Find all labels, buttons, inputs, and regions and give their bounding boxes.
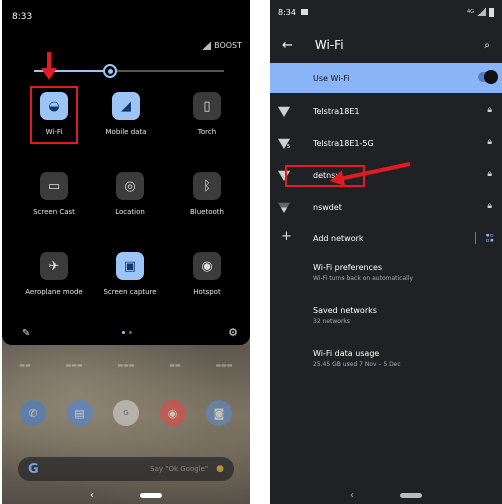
quick-settings-phone: ▬▬ ▬▬▬ ▬▬▬ ▬▬ ▬▬▬ ✆ ▤ G ◉ ◙ G Say "Ok Google… (2, 0, 250, 504)
google-search-bar[interactable]: G Say "Ok Google" ● (18, 457, 234, 481)
add-network-label: Add network (313, 233, 364, 243)
home-pill[interactable] (140, 492, 162, 498)
home-dock: ✆ ▤ G ◉ ◙ (20, 400, 232, 426)
phone-app-icon[interactable]: ✆ (20, 400, 46, 426)
page-dot-active (122, 331, 125, 334)
back-arrow-icon[interactable]: ← (282, 38, 293, 53)
network-row-telstra18e1-5g[interactable]: 5 Telstra18E1-5G 🔒︎ (270, 127, 502, 159)
lock-icon: 🔒︎ (487, 201, 492, 211)
status-time: 8:34 (278, 7, 296, 17)
5g-badge: 5 (287, 144, 291, 150)
bluetooth-icon: ᛒ (193, 172, 221, 200)
search-icon[interactable]: ⌕ (484, 40, 490, 51)
tile-torch[interactable]: ▯ Torch (171, 92, 243, 136)
tile-screen-capture[interactable]: ▣ Screen capture (94, 252, 166, 296)
network-indicator: BOOST (202, 41, 242, 50)
settings-gear-icon[interactable]: ⚙ (228, 326, 238, 339)
navigation-bar: ‹ (270, 486, 502, 504)
gpay-app-icon[interactable]: G (113, 400, 139, 426)
back-chevron-icon[interactable]: ‹ (350, 490, 354, 501)
tile-label: Mobile data (105, 128, 147, 136)
chrome-app-icon[interactable]: ◉ (159, 400, 186, 426)
add-network-row[interactable]: + Add network ▪▫ ▫▪ (270, 223, 502, 253)
wifi-full-icon (278, 106, 290, 117)
mobile-data-icon: ◢ (112, 92, 140, 120)
plus-icon: + (281, 229, 292, 244)
back-chevron-icon[interactable]: ‹ (90, 490, 94, 501)
network-name: Telstra18E1 (313, 106, 360, 116)
lock-icon: 🔒︎ (487, 169, 492, 179)
app-bar: ← Wi-Fi ⌕ (270, 26, 502, 64)
tile-aeroplane-mode[interactable]: ✈ Aeroplane mode (18, 252, 90, 296)
screen-capture-icon: ▣ (116, 252, 144, 280)
torch-icon: ▯ (193, 92, 221, 120)
airplane-icon: ✈ (40, 252, 68, 280)
network-name: Telstra18E1-5G (313, 138, 374, 148)
lock-icon: 🔒︎ (487, 137, 492, 147)
wifi-highlight-box (30, 86, 78, 144)
tile-label: Bluetooth (190, 208, 224, 216)
hotspot-icon: ◉ (193, 252, 221, 280)
brightness-thumb-icon[interactable] (103, 64, 117, 78)
tile-mobile-data[interactable]: ◢ Mobile data (90, 92, 162, 136)
red-down-arrow (41, 52, 57, 80)
wifi-settings-phone: 8:34 4G ← Wi-Fi ⌕ Use Wi-Fi Telstra18E1 … (270, 0, 502, 504)
network-row-telstra18e1[interactable]: Telstra18E1 🔒︎ (270, 95, 502, 127)
location-icon: ◎ (116, 172, 144, 200)
saved-networks-item[interactable]: Saved networks 32 networks (313, 306, 493, 325)
microphone-icon[interactable]: ● (216, 464, 224, 474)
tile-label: Aeroplane mode (25, 288, 83, 296)
network-row-nswdet[interactable]: nswdet 🔒︎ (270, 191, 502, 223)
cast-icon: ▭ (40, 172, 68, 200)
screenshot-root: ▬▬ ▬▬▬ ▬▬▬ ▬▬ ▬▬▬ ✆ ▤ G ◉ ◙ G Say "Ok Google… (0, 0, 502, 504)
pref-title: Wi-Fi data usage (313, 349, 380, 358)
faded-app-labels: ▬▬ ▬▬▬ ▬▬▬ ▬▬ ▬▬▬ (19, 362, 233, 369)
carrier-label: BOOST (214, 41, 242, 50)
tile-location[interactable]: ◎ Location (94, 172, 166, 216)
google-logo-icon: G (28, 461, 39, 477)
wifi-preferences-item[interactable]: Wi-Fi preferences Wi-Fi turns back on au… (313, 263, 493, 282)
tile-label: Hotspot (193, 288, 221, 296)
image-notification-icon (300, 9, 308, 15)
pref-title: Wi-Fi preferences (313, 263, 383, 272)
status-icons: 4G (466, 7, 494, 17)
status-time: 8:33 (12, 12, 33, 22)
battery-icon (489, 7, 494, 17)
page-dot (129, 331, 132, 334)
use-wifi-label: Use Wi-Fi (313, 73, 350, 83)
tile-label: Screen capture (103, 288, 157, 296)
edit-pencil-icon[interactable]: ✎ (22, 328, 30, 339)
tile-label: Location (115, 208, 145, 216)
brightness-slider[interactable] (34, 64, 224, 78)
lte-icon: 4G (466, 9, 474, 15)
signal-icon (202, 41, 212, 50)
page-indicator (122, 331, 132, 334)
use-wifi-row[interactable]: Use Wi-Fi (270, 63, 502, 93)
camera-app-icon[interactable]: ◙ (206, 400, 232, 426)
tile-label: Screen Cast (33, 208, 75, 216)
quick-settings-panel: 8:33 BOOST ◒ Wi-Fi ◢ Mobile data ▯ Torch (2, 0, 250, 345)
status-bar: 8:34 4G (270, 0, 502, 24)
tile-screen-cast[interactable]: ▭ Screen Cast (18, 172, 90, 216)
network-name: nswdet (313, 202, 342, 212)
wifi-weak-icon (278, 202, 290, 213)
tile-bluetooth[interactable]: ᛒ Bluetooth (171, 172, 243, 216)
pref-subtitle: 25.45 GB used 7 Nov – 5 Dec (313, 361, 401, 368)
lock-icon: 🔒︎ (487, 105, 492, 115)
divider (475, 232, 476, 244)
home-pill[interactable] (400, 492, 422, 498)
tile-hotspot[interactable]: ◉ Hotspot (171, 252, 243, 296)
navigation-bar: ‹ (2, 486, 250, 504)
qr-code-icon[interactable]: ▪▫ ▫▪ (486, 232, 494, 244)
search-hint: Say "Ok Google" (150, 465, 209, 473)
wifi-data-usage-item[interactable]: Wi-Fi data usage 25.45 GB used 7 Nov – 5… (313, 349, 493, 368)
tile-label: Torch (197, 128, 217, 136)
messages-app-icon[interactable]: ▤ (66, 400, 93, 426)
page-title: Wi-Fi (314, 38, 344, 52)
use-wifi-toggle[interactable] (478, 70, 498, 84)
pref-subtitle: 32 networks (313, 318, 351, 325)
pref-title: Saved networks (313, 306, 377, 315)
pref-subtitle: Wi-Fi turns back on automatically (313, 275, 414, 282)
signal-icon (477, 8, 486, 16)
